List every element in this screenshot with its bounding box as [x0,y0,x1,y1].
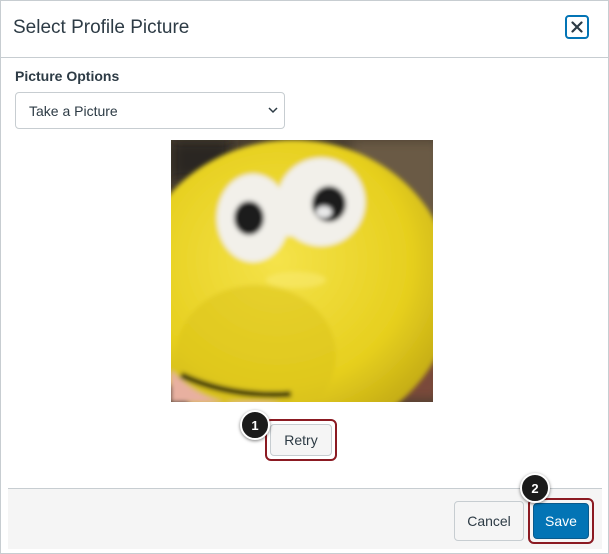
cancel-button[interactable]: Cancel [454,501,524,541]
profile-picture-preview [171,140,433,402]
chevron-down-icon [268,107,278,114]
retry-button[interactable]: Retry [270,424,332,456]
profile-picture-dialog: Select Profile Picture Picture Options T… [0,0,609,554]
callout-badge-1: 1 [240,410,270,440]
close-icon [571,21,583,33]
picture-options-select[interactable]: Take a Picture [15,92,285,129]
close-button[interactable] [565,15,589,39]
dialog-title: Select Profile Picture [13,17,190,38]
picture-options-label: Picture Options [15,68,120,84]
save-button[interactable]: Save [533,503,589,539]
dialog-header: Select Profile Picture [1,1,608,58]
callout-badge-2: 2 [520,473,550,503]
picture-options-value: Take a Picture [29,103,118,119]
captured-photo-image [171,140,433,402]
